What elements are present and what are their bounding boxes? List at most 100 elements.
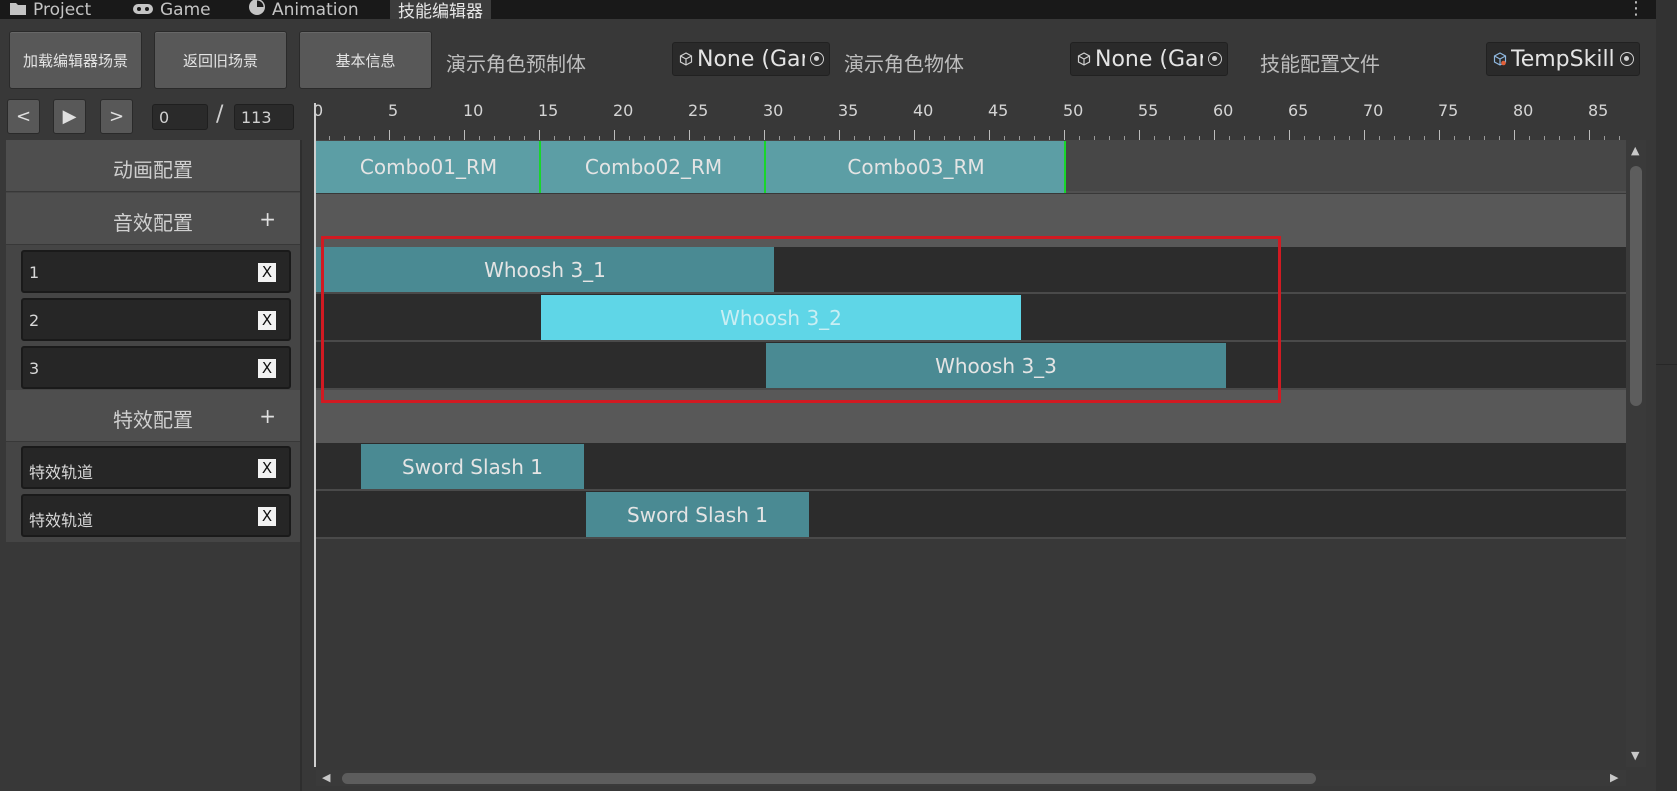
tab-game[interactable]: Game <box>133 0 211 20</box>
ruler-label: 70 <box>1363 101 1384 120</box>
load-editor-scene-button[interactable]: 加载编辑器场景 <box>9 31 142 89</box>
remove-track-button[interactable]: X <box>258 311 276 330</box>
tab-skill-editor-label: 技能编辑器 <box>398 2 483 22</box>
ruler-label: 55 <box>1138 101 1159 120</box>
ruler-tick <box>1364 130 1365 140</box>
ruler-label: 30 <box>763 101 784 120</box>
tab-project[interactable]: Project <box>10 0 92 20</box>
effect-track-field[interactable]: 特效轨道 X <box>21 446 291 489</box>
current-frame-field[interactable]: 0 <box>152 104 208 130</box>
vertical-scrollbar[interactable]: ▲ ▼ <box>1626 140 1646 767</box>
editor-tab-bar: Project Game Animation 技能编辑器 ⋮ <box>0 0 1677 22</box>
frame-ruler[interactable]: 0 5 10 15 20 25 30 35 40 45 50 55 60 65 70 75 80 85 <box>313 96 1624 140</box>
horizontal-scroll-thumb[interactable] <box>342 773 1316 784</box>
audio-track-field[interactable]: 3 X <box>21 346 291 389</box>
ruler-tick <box>1214 130 1215 140</box>
audio-track-field[interactable]: 1 X <box>21 250 291 293</box>
clip-end-marker[interactable] <box>1064 141 1066 193</box>
ruler-label: 35 <box>838 101 859 120</box>
return-old-scene-button[interactable]: 返回旧场景 <box>154 31 287 89</box>
gamepad-icon <box>133 0 153 20</box>
frame-separator: / <box>216 102 224 127</box>
more-options-icon[interactable]: ⋮ <box>1627 0 1645 19</box>
effect-track-field[interactable]: 特效轨道 X <box>21 494 291 537</box>
scroll-right-icon[interactable]: ▶ <box>1610 771 1618 784</box>
skill-config-value: TempSkill <box>1511 46 1615 72</box>
object-picker-icon[interactable] <box>805 44 829 74</box>
scriptable-object-icon <box>1493 52 1507 66</box>
scroll-up-icon[interactable]: ▲ <box>1631 144 1639 157</box>
ruler-tick <box>1439 130 1440 140</box>
ruler-tick <box>389 130 390 140</box>
ruler-label: 5 <box>388 101 399 120</box>
ruler-label: 60 <box>1213 101 1234 120</box>
ruler-tick <box>1289 130 1290 140</box>
object-picker-icon[interactable] <box>1615 44 1639 74</box>
animation-clip[interactable]: Combo02_RM <box>541 141 766 193</box>
panel-divider[interactable] <box>300 140 302 791</box>
animation-config-title: 动画配置 <box>113 158 193 182</box>
preview-prefab-value: None (Gar <box>697 46 805 72</box>
preview-object-field[interactable]: None (Gar <box>1070 42 1228 76</box>
effect-clip[interactable]: Sword Slash 1 <box>586 492 809 537</box>
add-effect-track-button[interactable]: + <box>259 404 276 428</box>
audio-track-name: 1 <box>29 263 40 282</box>
ruler-tick <box>614 130 615 140</box>
effect-track-name: 特效轨道 <box>29 463 94 482</box>
preview-object-label: 演示角色物体 <box>844 52 964 76</box>
scroll-left-icon[interactable]: ◀ <box>322 771 330 784</box>
audio-track-name: 3 <box>29 359 40 378</box>
clip-label: Sword Slash 1 <box>402 454 543 479</box>
preview-object-value: None (Gar <box>1095 46 1203 72</box>
animation-clip[interactable]: Combo01_RM <box>316 141 541 193</box>
horizontal-scrollbar[interactable]: ◀ ▶ <box>316 770 1626 786</box>
skill-config-label: 技能配置文件 <box>1260 52 1380 76</box>
cube-icon <box>1077 52 1091 66</box>
ruler-label: 20 <box>613 101 634 120</box>
ruler-tick <box>914 130 915 140</box>
ruler-label: 65 <box>1288 101 1309 120</box>
preview-prefab-field[interactable]: None (Gar <box>672 42 830 76</box>
remove-track-button[interactable]: X <box>258 459 276 478</box>
tab-skill-editor[interactable]: 技能编辑器 <box>390 0 491 22</box>
add-audio-track-button[interactable]: + <box>259 207 276 231</box>
tab-project-label: Project <box>33 0 92 20</box>
remove-track-button[interactable]: X <box>258 359 276 378</box>
cube-icon <box>679 52 693 66</box>
ruler-tick <box>989 130 990 140</box>
tab-animation[interactable]: Animation <box>249 0 359 20</box>
ruler-label: 10 <box>463 101 484 120</box>
clip-label: Sword Slash 1 <box>627 502 768 527</box>
ruler-tick <box>1139 130 1140 140</box>
audio-track-name: 2 <box>29 311 40 330</box>
clip-label: Combo02_RM <box>584 155 723 179</box>
ruler-label: 75 <box>1438 101 1459 120</box>
audio-config-title: 音效配置 <box>113 211 193 235</box>
ruler-tick <box>1514 130 1515 140</box>
ruler-tick <box>689 130 690 140</box>
ruler-tick <box>464 130 465 140</box>
prev-frame-button[interactable]: < <box>7 99 40 134</box>
ruler-label: 45 <box>988 101 1009 120</box>
ruler-label: 85 <box>1588 101 1609 120</box>
ruler-tick <box>1064 130 1065 140</box>
object-picker-icon[interactable] <box>1203 44 1227 74</box>
scroll-down-icon[interactable]: ▼ <box>1631 749 1639 762</box>
ruler-tick <box>839 130 840 140</box>
play-button[interactable]: ▶ <box>53 99 86 134</box>
tab-animation-label: Animation <box>272 0 359 20</box>
basic-info-button[interactable]: 基本信息 <box>299 31 432 89</box>
clip-label: Combo01_RM <box>359 155 498 179</box>
next-frame-button[interactable]: > <box>100 99 133 134</box>
clock-icon <box>249 0 265 20</box>
total-frames-field[interactable]: 113 <box>234 104 294 130</box>
remove-track-button[interactable]: X <box>258 507 276 526</box>
clip-label: Combo03_RM <box>847 155 985 179</box>
animation-clip[interactable]: Combo03_RM <box>766 141 1066 193</box>
remove-track-button[interactable]: X <box>258 263 276 282</box>
skill-config-field[interactable]: TempSkill <box>1486 42 1640 76</box>
effect-clip[interactable]: Sword Slash 1 <box>361 444 584 489</box>
ruler-label: 80 <box>1513 101 1534 120</box>
audio-track-field[interactable]: 2 X <box>21 298 291 341</box>
vertical-scroll-thumb[interactable] <box>1630 166 1642 406</box>
